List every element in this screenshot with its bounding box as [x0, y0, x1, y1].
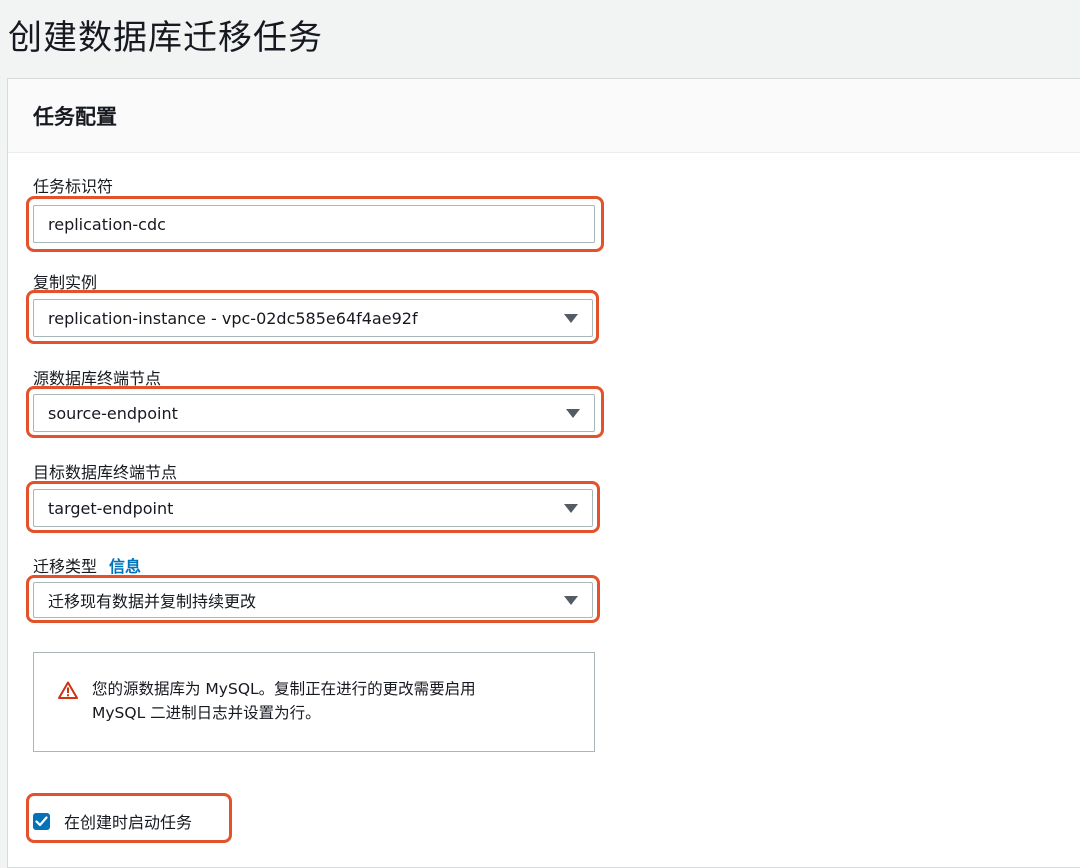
page-title: 创建数据库迁移任务	[8, 18, 323, 58]
migration-type-value: 迁移现有数据并复制持续更改	[48, 592, 257, 611]
target-endpoint-select[interactable]: target-endpoint	[33, 489, 593, 527]
chevron-down-icon	[564, 595, 578, 605]
task-identifier-field[interactable]	[33, 205, 595, 243]
chevron-down-icon	[564, 313, 578, 323]
migration-type-info-link[interactable]: 信息	[109, 557, 141, 576]
task-config-panel: 任务配置 任务标识符 复制实例 replication-instance - v…	[7, 78, 1080, 868]
task-identifier-label: 任务标识符	[33, 177, 114, 196]
migration-type-label: 迁移类型	[33, 557, 98, 576]
replication-instance-select[interactable]: replication-instance - vpc-02dc585e64f4a…	[33, 299, 593, 337]
chevron-down-icon	[566, 408, 580, 418]
chevron-down-icon	[564, 503, 578, 513]
start-on-create-checkbox[interactable]	[33, 812, 50, 830]
start-on-create-label: 在创建时启动任务	[64, 813, 193, 832]
alert-line-2: MySQL 二进制日志并设置为行。	[92, 704, 321, 722]
migration-type-select[interactable]: 迁移现有数据并复制持续更改	[33, 582, 593, 618]
source-endpoint-value: source-endpoint	[48, 403, 178, 423]
migration-type-label-row: 迁移类型 信息	[33, 553, 141, 577]
check-icon	[35, 815, 48, 826]
task-identifier-input[interactable]	[48, 214, 580, 234]
mysql-binlog-alert: 您的源数据库为 MySQL。复制正在进行的更改需要启用 MySQL 二进制日志并…	[33, 652, 595, 752]
alert-line-1: 您的源数据库为 MySQL。复制正在进行的更改需要启用	[92, 680, 476, 698]
target-endpoint-label: 目标数据库终端节点	[33, 463, 178, 482]
alert-message: 您的源数据库为 MySQL。复制正在进行的更改需要启用 MySQL 二进制日志并…	[92, 677, 562, 725]
source-endpoint-select[interactable]: source-endpoint	[33, 394, 595, 432]
target-endpoint-value: target-endpoint	[48, 498, 174, 518]
replication-instance-value: replication-instance - vpc-02dc585e64f4a…	[48, 308, 418, 328]
start-on-create-row[interactable]: 在创建时启动任务	[33, 809, 192, 833]
panel-header: 任务配置	[8, 79, 1080, 153]
panel-title: 任务配置	[33, 105, 117, 129]
warning-icon	[58, 681, 78, 699]
